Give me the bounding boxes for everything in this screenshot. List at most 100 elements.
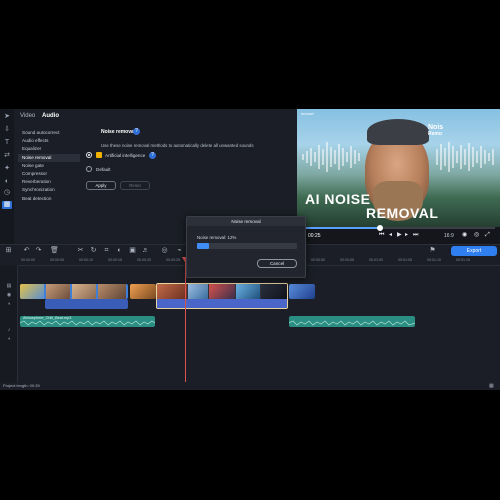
volume-icon[interactable]: ◉ bbox=[462, 232, 467, 239]
noise-removal-description: Use these noise removal methods to autom… bbox=[101, 143, 254, 148]
tick-label: 00:01:15 bbox=[456, 258, 470, 262]
play-icon[interactable]: ▶ bbox=[397, 232, 402, 239]
noise-removal-dialog: Noise removal Noise removal: 12% Cancel bbox=[186, 216, 306, 278]
tab-audio[interactable]: Audio bbox=[42, 113, 59, 119]
video-clip-1[interactable] bbox=[20, 284, 128, 299]
reset-button[interactable]: Reset bbox=[120, 181, 150, 190]
clip-thumbnail bbox=[188, 284, 208, 299]
tick-label: 00:00:50 bbox=[311, 258, 325, 262]
preview-frame[interactable]: movavi Nois Remo AI NOISE REMOVAL bbox=[297, 109, 500, 227]
stabilize-icon[interactable]: ◎ bbox=[160, 246, 169, 255]
dialog-message: Noise removal: 12% bbox=[197, 235, 237, 240]
delete-icon[interactable]: 🗑 bbox=[50, 246, 59, 255]
badge-line-2: Remo bbox=[428, 131, 442, 137]
status-bar: Project length: 00:39 ▦ bbox=[0, 382, 500, 390]
dialog-progress-fill bbox=[197, 243, 209, 249]
speed-icon[interactable]: ⌁ bbox=[175, 246, 184, 255]
redo-icon[interactable]: ↷ bbox=[34, 246, 43, 255]
dialog-title: Noise removal bbox=[187, 217, 305, 226]
radio-default-label: Default bbox=[96, 167, 111, 172]
tick-label: 00:00:20 bbox=[137, 258, 151, 262]
seek-progress bbox=[303, 227, 380, 229]
seek-handle[interactable] bbox=[376, 225, 383, 231]
video-editor-window: ➤ ⇩ T ⇄ ✦ ◐ ◷ ▦ Video Audio Sound autoco… bbox=[0, 109, 500, 390]
step-forward-icon[interactable]: ▸ bbox=[405, 232, 408, 239]
tool-compressor[interactable]: Compressor bbox=[18, 170, 80, 178]
tick-label: 00:01:10 bbox=[427, 258, 441, 262]
video-preview: movavi Nois Remo AI NOISE REMOVAL 00:25 … bbox=[297, 109, 500, 244]
aspect-ratio-select[interactable]: 16:9 bbox=[444, 233, 454, 239]
headline-line-2: REMOVAL bbox=[366, 205, 439, 221]
undo-icon[interactable]: ↶ bbox=[22, 246, 31, 255]
tick-label: 00:00:00 bbox=[21, 258, 35, 262]
step-back-icon[interactable]: ◂ bbox=[389, 232, 392, 239]
audio-icon[interactable]: ♬ bbox=[141, 246, 150, 255]
snapshot-icon[interactable]: ◎ bbox=[474, 232, 479, 239]
clock-icon[interactable]: ◷ bbox=[2, 189, 12, 197]
transitions-icon[interactable]: ⇄ bbox=[2, 152, 12, 160]
eye-icon[interactable]: ◉ bbox=[5, 292, 13, 298]
help-icon[interactable]: ? bbox=[133, 128, 140, 135]
brand-logo: movavi bbox=[301, 111, 314, 116]
tick-label: 00:00:15 bbox=[108, 258, 122, 262]
video-clip-2[interactable] bbox=[130, 284, 156, 299]
audio-mute-icon[interactable]: ◖ bbox=[5, 336, 13, 342]
audio-clip-2[interactable] bbox=[289, 316, 415, 327]
tool-noise-gate[interactable]: Noise gate bbox=[18, 162, 80, 170]
tick-label: 00:00:55 bbox=[340, 258, 354, 262]
ai-icon bbox=[96, 152, 102, 158]
video-clip-3[interactable] bbox=[289, 284, 315, 299]
color-adjust-icon[interactable]: ◐ bbox=[115, 246, 124, 255]
tool-audio-effects[interactable]: Audio effects bbox=[18, 137, 80, 145]
audio-clip-1[interactable]: Atmosphere_Chill_Beat.mp3 bbox=[20, 316, 155, 327]
apply-button[interactable]: Apply bbox=[86, 181, 116, 190]
tick-label: 00:01:00 bbox=[369, 258, 383, 262]
waveform-overlay bbox=[302, 142, 494, 172]
tool-equalizer[interactable]: Equalizer bbox=[18, 145, 80, 153]
project-length: Project length: 00:39 bbox=[3, 383, 40, 388]
skip-back-icon[interactable]: ⏮ bbox=[379, 232, 384, 239]
rotate-icon[interactable]: ↻ bbox=[89, 246, 98, 255]
cancel-button[interactable]: Cancel bbox=[257, 259, 297, 268]
stickers-icon[interactable]: ◐ bbox=[2, 178, 12, 186]
pointer-icon[interactable]: ➤ bbox=[2, 113, 12, 121]
tool-reverberation[interactable]: Reverberation bbox=[18, 178, 80, 186]
titles-icon[interactable]: T bbox=[2, 139, 12, 147]
import-icon[interactable]: ⇩ bbox=[2, 126, 12, 134]
clip-thumbnail bbox=[72, 284, 96, 299]
marker-icon[interactable]: ⚑ bbox=[428, 246, 437, 255]
info-icon[interactable]: ? bbox=[149, 152, 156, 159]
badge-text: Nois Remo bbox=[428, 124, 443, 137]
tick-label: 00:01:05 bbox=[398, 258, 412, 262]
grid-icon[interactable]: ▦ bbox=[489, 383, 494, 389]
clip-thumbnail bbox=[209, 284, 235, 299]
clip-audio-strip bbox=[157, 299, 287, 308]
tab-video[interactable]: Video bbox=[20, 113, 35, 119]
tool-sound-autocorrect[interactable]: Sound autocorrect bbox=[18, 129, 80, 137]
mute-icon[interactable]: ◖ bbox=[5, 301, 13, 307]
add-track-icon[interactable]: ⊞ bbox=[4, 246, 13, 255]
radio-ai[interactable] bbox=[86, 152, 92, 158]
audio-track-icon[interactable]: ♪ bbox=[5, 327, 13, 333]
tick-label: 00:00:25 bbox=[166, 258, 180, 262]
image-icon[interactable]: ▣ bbox=[128, 246, 137, 255]
video-clip-1-lower[interactable] bbox=[45, 299, 128, 309]
video-clip-selected[interactable] bbox=[156, 283, 288, 309]
fullscreen-icon[interactable]: ⤢ bbox=[485, 232, 490, 239]
radio-default[interactable] bbox=[86, 166, 92, 172]
seek-bar[interactable] bbox=[303, 225, 495, 231]
noise-removal-title: Noise removal bbox=[101, 129, 136, 135]
tick-label: 00:00:10 bbox=[79, 258, 93, 262]
clip-thumbnail bbox=[261, 284, 287, 299]
skip-forward-icon[interactable]: ⏭ bbox=[413, 232, 418, 239]
export-button[interactable]: Export bbox=[451, 246, 497, 256]
cut-icon[interactable]: ✂ bbox=[76, 246, 85, 255]
tool-synchronization[interactable]: Synchronization bbox=[18, 186, 80, 194]
tool-beat-detection[interactable]: Beat detection bbox=[18, 195, 80, 203]
lock-icon[interactable]: ▤ bbox=[5, 283, 13, 289]
tool-rail: ➤ ⇩ T ⇄ ✦ ◐ ◷ ▦ bbox=[0, 109, 14, 244]
tools-icon[interactable]: ▦ bbox=[2, 201, 12, 209]
tool-noise-removal[interactable]: Noise removal bbox=[18, 153, 80, 162]
crop-icon[interactable]: ⌗ bbox=[102, 246, 111, 255]
filters-icon[interactable]: ✦ bbox=[2, 165, 12, 173]
